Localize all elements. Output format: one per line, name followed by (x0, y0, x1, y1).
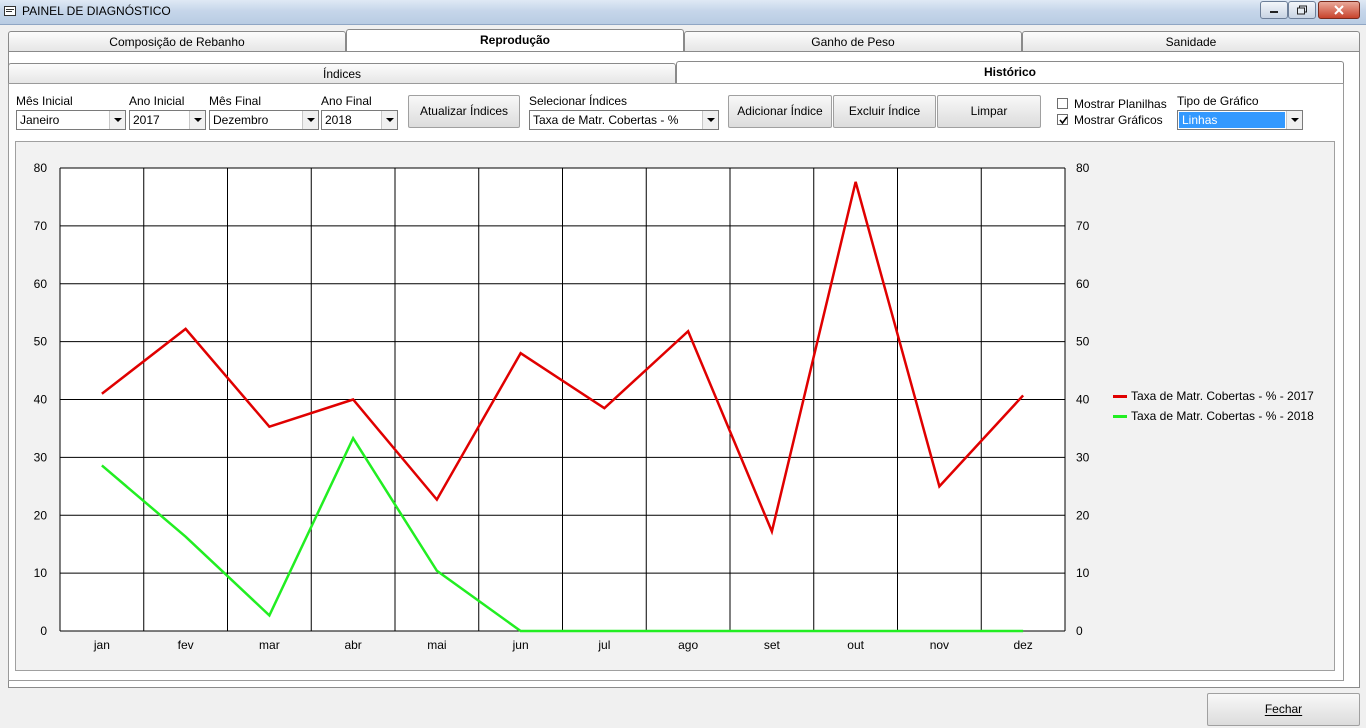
legend-label-2017: Taxa de Matr. Cobertas - % - 2017 (1131, 389, 1314, 403)
x-tick-label: nov (930, 638, 949, 652)
tab-sanidade[interactable]: Sanidade (1022, 31, 1360, 51)
y-tick-label-left: 0 (40, 624, 47, 638)
mes-final-label: Mês Final (209, 94, 262, 108)
chevron-down-icon (114, 118, 122, 122)
mes-final-select[interactable]: Dezembro (209, 110, 319, 130)
ano-final-select[interactable]: 2018 (321, 110, 398, 130)
x-tick-label: jul (597, 638, 610, 652)
tipo-grafico-select[interactable]: Linhas (1177, 110, 1303, 130)
app-icon (4, 6, 16, 16)
x-tick-label: dez (1013, 638, 1032, 652)
tipo-grafico-dropdown-button[interactable] (1286, 111, 1302, 129)
tab-reproducao[interactable]: Reprodução (346, 29, 684, 51)
sub-tab-strip: Índices Histórico (8, 61, 1344, 85)
limpar-button[interactable]: Limpar (937, 95, 1041, 128)
mostrar-planilhas-label: Mostrar Planilhas (1074, 97, 1167, 111)
mes-inicial-value: Janeiro (20, 113, 60, 127)
chevron-down-icon (386, 118, 394, 122)
legend-swatch-2018 (1113, 415, 1127, 418)
fechar-label: Fechar (1264, 702, 1303, 716)
restore-button[interactable] (1288, 1, 1316, 19)
y-tick-label-left: 40 (34, 393, 48, 407)
ano-final-dropdown-button[interactable] (381, 111, 397, 129)
ano-inicial-label: Ano Inicial (129, 94, 185, 108)
x-tick-label: abr (344, 638, 361, 652)
atualizar-indices-button[interactable]: Atualizar Índices (408, 95, 520, 128)
chevron-down-icon (1291, 118, 1299, 122)
y-tick-label-left: 70 (34, 219, 48, 233)
tab-composicao-rebanho[interactable]: Composição de Rebanho (8, 31, 346, 51)
x-tick-label: fev (178, 638, 194, 652)
adicionar-indice-button[interactable]: Adicionar Índice (728, 95, 832, 128)
tab-indices[interactable]: Índices (8, 63, 676, 83)
ano-inicial-dropdown-button[interactable] (189, 111, 205, 129)
main-tab-strip: Composição de Rebanho Reprodução Ganho d… (8, 29, 1360, 53)
mes-inicial-select[interactable]: Janeiro (16, 110, 126, 130)
y-tick-label-left: 10 (34, 566, 48, 580)
ano-final-value: 2018 (325, 113, 352, 127)
tab-ganho-de-peso[interactable]: Ganho de Peso (684, 31, 1022, 51)
x-tick-label: ago (678, 638, 698, 652)
y-tick-label-right: 60 (1076, 277, 1090, 291)
y-tick-label-right: 0 (1076, 624, 1083, 638)
tab-historico[interactable]: Histórico (676, 61, 1344, 83)
mostrar-graficos-label: Mostrar Gráficos (1074, 113, 1163, 127)
title-bar: PAINEL DE DIAGNÓSTICO (0, 0, 1366, 25)
y-tick-label-left: 30 (34, 450, 48, 464)
x-tick-label: out (847, 638, 864, 652)
y-tick-label-left: 60 (34, 277, 48, 291)
mes-inicial-label: Mês Inicial (16, 94, 73, 108)
chevron-down-icon (194, 118, 202, 122)
x-tick-label: jan (93, 638, 110, 652)
mes-final-dropdown-button[interactable] (302, 111, 318, 129)
mostrar-planilhas-checkbox[interactable] (1057, 98, 1068, 109)
tipo-grafico-value: Linhas (1179, 112, 1285, 128)
fechar-button[interactable]: Fechar (1207, 693, 1360, 726)
y-tick-label-left: 50 (34, 335, 48, 349)
ano-final-label: Ano Final (321, 94, 372, 108)
mostrar-graficos-checkbox[interactable] (1057, 114, 1068, 125)
x-tick-label: mar (259, 638, 280, 652)
window-title: PAINEL DE DIAGNÓSTICO (22, 4, 171, 18)
y-tick-label-left: 20 (34, 508, 48, 522)
chevron-down-icon (307, 118, 315, 122)
line-chart: 0 0 10 10 20 20 30 30 40 40 50 50 60 60 70 70 80 80 jan fev… (34, 161, 1090, 652)
y-tick-label-left: 80 (34, 161, 48, 175)
close-icon (1334, 5, 1344, 15)
y-tick-label-right: 20 (1076, 508, 1090, 522)
ano-inicial-select[interactable]: 2017 (129, 110, 206, 130)
y-tick-label-right: 30 (1076, 450, 1090, 464)
y-tick-label-right: 50 (1076, 335, 1090, 349)
selecionar-indices-label: Selecionar Índices (529, 94, 628, 108)
minimize-icon (1270, 11, 1278, 13)
x-tick-label: mai (427, 638, 446, 652)
y-tick-label-right: 10 (1076, 566, 1090, 580)
check-icon (1059, 116, 1068, 125)
chevron-down-icon (707, 118, 715, 122)
close-window-button[interactable] (1318, 1, 1360, 19)
selecionar-indices-value: Taxa de Matr. Cobertas - % (533, 113, 679, 127)
ano-inicial-value: 2017 (133, 113, 160, 127)
legend-swatch-2017 (1113, 395, 1127, 398)
minimize-button[interactable] (1260, 1, 1288, 19)
mes-inicial-dropdown-button[interactable] (109, 111, 125, 129)
y-tick-label-right: 80 (1076, 161, 1090, 175)
x-tick-label: set (764, 638, 781, 652)
y-tick-label-right: 40 (1076, 393, 1090, 407)
y-tick-label-right: 70 (1076, 219, 1090, 233)
legend-label-2018: Taxa de Matr. Cobertas - % - 2018 (1131, 409, 1314, 423)
x-tick-label: jun (512, 638, 529, 652)
excluir-indice-button[interactable]: Excluir Índice (833, 95, 936, 128)
mes-final-value: Dezembro (213, 113, 269, 127)
restore-icon (1297, 5, 1307, 15)
selecionar-indices-dropdown-button[interactable] (702, 111, 718, 129)
tipo-grafico-label: Tipo de Gráfico (1177, 94, 1259, 108)
selecionar-indices-select[interactable]: Taxa de Matr. Cobertas - % (529, 110, 719, 130)
